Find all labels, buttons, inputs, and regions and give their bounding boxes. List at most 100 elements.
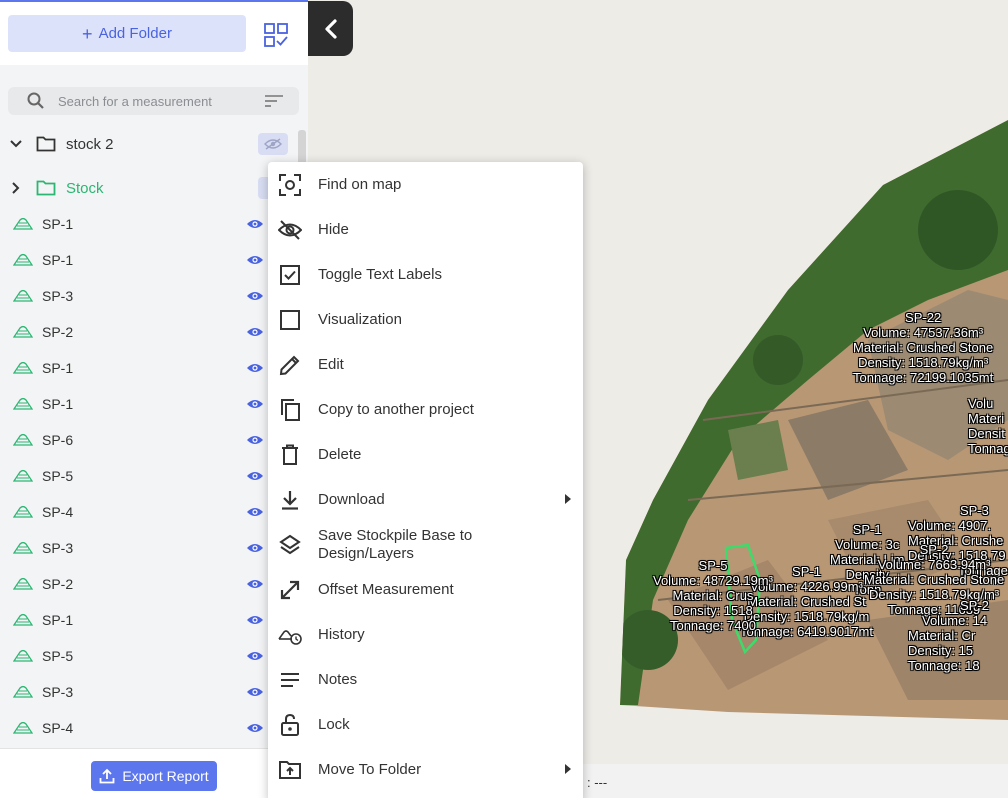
menu-item-toggle-text-labels[interactable]: Toggle Text Labels <box>268 252 583 297</box>
eye-icon[interactable] <box>246 722 264 734</box>
list-item[interactable]: SP-1 <box>0 350 300 386</box>
item-label: SP-4 <box>42 504 74 520</box>
menu-item-history[interactable]: History <box>268 612 583 657</box>
label-line: Material: Cr <box>908 628 976 643</box>
stockpile-icon <box>13 325 33 338</box>
item-label: SP-6 <box>42 432 74 448</box>
list-item[interactable]: SP-2 <box>0 566 300 602</box>
eye-icon[interactable] <box>246 290 264 302</box>
eye-icon[interactable] <box>246 542 264 554</box>
menu-item-download[interactable]: Download <box>268 477 583 522</box>
menu-item-copy-to-another-project[interactable]: Copy to another project <box>268 387 583 432</box>
chevron-right-icon[interactable] <box>8 180 24 196</box>
move-folder-icon <box>278 758 302 782</box>
label-line: Volume: 4907. <box>908 518 992 533</box>
label-line: Tonnage: 72199.1035mt <box>853 370 994 385</box>
list-item[interactable]: SP-3 <box>0 530 300 566</box>
sort-icon[interactable] <box>265 94 283 108</box>
menu-item-label: Hide <box>318 220 349 238</box>
multi-select-icon[interactable] <box>263 22 289 48</box>
eye-icon[interactable] <box>246 470 264 482</box>
menu-item-label: Lock <box>318 715 350 733</box>
export-report-button[interactable]: Export Report <box>91 761 217 791</box>
menu-item-label: Copy to another project <box>318 400 474 418</box>
map-label-right-partial[interactable]: Volu Materi Densit Tonnag <box>968 396 1008 456</box>
stockpile-icon <box>13 397 33 410</box>
item-label: SP-4 <box>42 720 74 736</box>
offset-arrows-icon <box>278 578 302 602</box>
list-item[interactable]: SP-1 <box>0 206 300 242</box>
item-label: SP-1 <box>42 612 74 628</box>
item-label: SP-1 <box>42 252 74 268</box>
add-folder-button[interactable]: + Add Folder <box>8 15 246 52</box>
menu-item-move-to-folder[interactable]: Move To Folder <box>268 747 583 792</box>
list-item[interactable]: SP-1 <box>0 242 300 278</box>
menu-item-visualization[interactable]: Visualization <box>268 297 583 342</box>
list-item[interactable]: SP-3 <box>0 674 300 710</box>
stockpile-icon <box>13 685 33 698</box>
stockpile-icon <box>13 361 33 374</box>
menu-item-edit[interactable]: Edit <box>268 342 583 387</box>
menu-item-label: Move To Folder <box>318 760 422 778</box>
label-line: Volume: 47537.36m³ <box>863 325 984 340</box>
stockpile-icon <box>13 253 33 266</box>
search-input[interactable] <box>58 93 258 109</box>
trash-icon <box>278 443 302 467</box>
stockpile-icon <box>13 649 33 662</box>
menu-item-label: Offset Measurement <box>318 580 454 598</box>
list-item[interactable]: SP-3 <box>0 278 300 314</box>
eye-icon[interactable] <box>246 434 264 446</box>
eye-icon[interactable] <box>246 614 264 626</box>
eye-off-icon <box>264 138 282 150</box>
collapse-sidebar-button[interactable] <box>308 1 353 56</box>
list-item[interactable]: SP-1 <box>0 602 300 638</box>
menu-item-find-on-map[interactable]: Find on map <box>268 162 583 207</box>
list-item[interactable]: SP-1 <box>0 386 300 422</box>
map-label-sp-5[interactable]: SP-5 Volume: 48729.19m³ Material: Crus D… <box>653 558 773 633</box>
eye-icon[interactable] <box>246 398 264 410</box>
lock-icon <box>278 713 302 737</box>
menu-item-notes[interactable]: Notes <box>268 657 583 702</box>
menu-item-delete[interactable]: Delete <box>268 432 583 477</box>
menu-item-lock[interactable]: Lock <box>268 702 583 747</box>
folder-icon <box>36 136 56 152</box>
list-item[interactable]: SP-4 <box>0 494 300 530</box>
list-item[interactable]: SP-5 <box>0 458 300 494</box>
label-line: Density: 1518.79kg/m³ <box>858 355 989 370</box>
folder-row-stock-2[interactable]: stock 2 <box>0 126 300 162</box>
eye-icon[interactable] <box>246 362 264 374</box>
eye-icon[interactable] <box>246 578 264 590</box>
folder-row-stock[interactable]: Stock <box>0 170 300 206</box>
list-item[interactable]: SP-5 <box>0 638 300 674</box>
eye-icon[interactable] <box>246 650 264 662</box>
label-line: Volume: 7663.94m³ <box>877 557 991 572</box>
list-item[interactable]: SP-4 <box>0 710 300 746</box>
eye-icon[interactable] <box>246 686 264 698</box>
label-line: Material: Crushed Stone <box>853 340 994 355</box>
menu-item-label: Download <box>318 490 385 508</box>
map-label-sp-22[interactable]: SP-22 Volume: 47537.36m³ Material: Crush… <box>853 310 993 385</box>
menu-item-save-stockpile-base[interactable]: Save Stockpile Base to Design/Layers <box>268 522 583 567</box>
eye-icon[interactable] <box>246 254 264 266</box>
eye-icon[interactable] <box>246 506 264 518</box>
visibility-toggle[interactable] <box>258 133 288 155</box>
menu-item-hide[interactable]: Hide <box>268 207 583 252</box>
menu-item-offset-measurement[interactable]: Offset Measurement <box>268 567 583 612</box>
eye-icon[interactable] <box>246 326 264 338</box>
find-on-map-icon <box>278 173 302 197</box>
stockpile-icon <box>13 433 33 446</box>
map-label-sp-2-b[interactable]: SP-2 Volume: 14 Material: Cr Density: 15… <box>908 598 989 673</box>
checkbox-checked-icon <box>278 263 302 287</box>
eye-icon[interactable] <box>246 218 264 230</box>
upload-icon <box>99 768 115 784</box>
chevron-down-icon[interactable] <box>8 136 24 152</box>
label-line: Material: Crus <box>672 588 754 603</box>
menu-item-label: Find on map <box>318 175 402 193</box>
list-item[interactable]: SP-2 <box>0 314 300 350</box>
measurement-list: SP-1 SP-1 SP-3 SP-2 SP-1 SP-1 SP-6 SP-5 … <box>0 206 300 746</box>
menu-item-label: Edit <box>318 355 344 373</box>
label-line: Volume: 48729.19m³ <box>653 573 773 588</box>
label-line: Tonnage: 18 <box>908 658 980 673</box>
list-item[interactable]: SP-6 <box>0 422 300 458</box>
item-label: SP-1 <box>42 396 74 412</box>
